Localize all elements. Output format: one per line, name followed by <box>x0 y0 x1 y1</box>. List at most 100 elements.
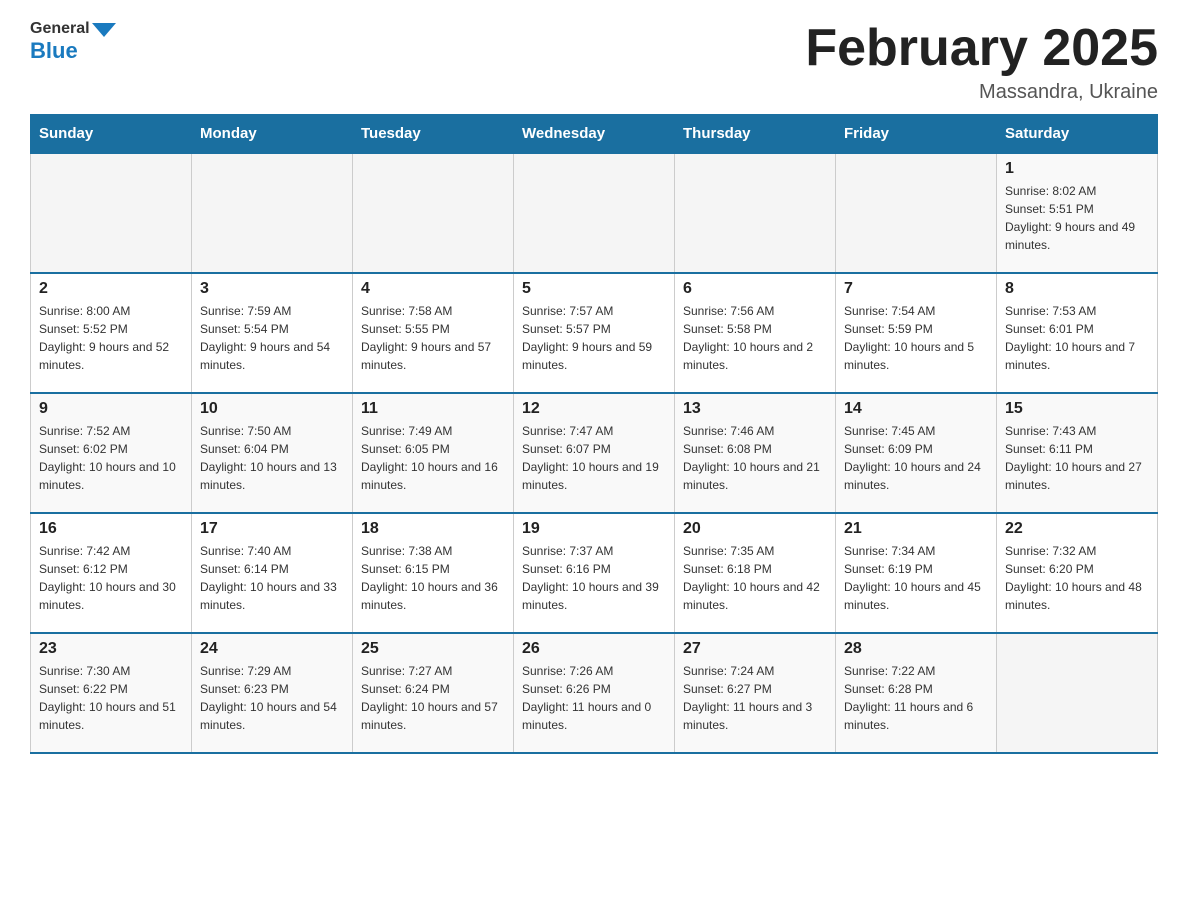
weekday-header-row: SundayMondayTuesdayWednesdayThursdayFrid… <box>31 115 1158 154</box>
calendar-week-5: 23 Sunrise: 7:30 AM Sunset: 6:22 PM Dayli… <box>31 633 1158 753</box>
day-info: Sunrise: 7:24 AM Sunset: 6:27 PM Dayligh… <box>683 662 827 734</box>
calendar-day-16: 11 Sunrise: 7:49 AM Sunset: 6:05 PM Dayli… <box>353 393 514 513</box>
weekday-header-wednesday: Wednesday <box>514 115 675 154</box>
day-info: Sunrise: 7:47 AM Sunset: 6:07 PM Dayligh… <box>522 422 666 494</box>
calendar-day-15: 10Sunrise: 7:50 AM Sunset: 6:04 PM Dayli… <box>192 393 353 513</box>
logo-general-text: General <box>30 20 90 38</box>
day-info: Sunrise: 7:57 AM Sunset: 5:57 PM Dayligh… <box>522 302 666 374</box>
calendar-day-25: 20 Sunrise: 7:35 AM Sunset: 6:18 PM Dayli… <box>675 513 836 633</box>
calendar-week-2: 2 Sunrise: 8:00 AM Sunset: 5:52 PM Daylig… <box>31 273 1158 393</box>
month-title: February 2025 <box>805 20 1158 77</box>
day-info: Sunrise: 7:54 AM Sunset: 5:59 PM Dayligh… <box>844 302 988 374</box>
calendar-day-1 <box>192 153 353 273</box>
calendar-day-29: 24Sunrise: 7:29 AM Sunset: 6:23 PM Dayli… <box>192 633 353 753</box>
day-info: Sunrise: 7:38 AM Sunset: 6:15 PM Dayligh… <box>361 542 505 614</box>
calendar-body: 1 Sunrise: 8:02 AM Sunset: 5:51 PM Daylig… <box>31 153 1158 753</box>
calendar-day-0 <box>31 153 192 273</box>
weekday-header-monday: Monday <box>192 115 353 154</box>
weekday-header-sunday: Sunday <box>31 115 192 154</box>
calendar-day-13: 8Sunrise: 7:53 AM Sunset: 6:01 PM Daylig… <box>997 273 1158 393</box>
calendar-day-31: 26Sunrise: 7:26 AM Sunset: 6:26 PM Dayli… <box>514 633 675 753</box>
day-number: 20 <box>683 520 827 538</box>
calendar-day-24: 19Sunrise: 7:37 AM Sunset: 6:16 PM Dayli… <box>514 513 675 633</box>
day-number: 3 <box>200 280 344 298</box>
calendar-day-26: 21 Sunrise: 7:34 AM Sunset: 6:19 PM Dayli… <box>836 513 997 633</box>
calendar-day-34 <box>997 633 1158 753</box>
day-info: Sunrise: 7:26 AM Sunset: 6:26 PM Dayligh… <box>522 662 666 734</box>
calendar-day-19: 14 Sunrise: 7:45 AM Sunset: 6:09 PM Dayli… <box>836 393 997 513</box>
calendar-day-7: 2 Sunrise: 8:00 AM Sunset: 5:52 PM Daylig… <box>31 273 192 393</box>
day-info: Sunrise: 8:02 AM Sunset: 5:51 PM Dayligh… <box>1005 182 1149 254</box>
day-number: 24 <box>200 640 344 658</box>
calendar-week-1: 1 Sunrise: 8:02 AM Sunset: 5:51 PM Daylig… <box>31 153 1158 273</box>
day-info: Sunrise: 7:22 AM Sunset: 6:28 PM Dayligh… <box>844 662 988 734</box>
day-number: 12 <box>522 400 666 418</box>
day-number: 4 <box>361 280 505 298</box>
calendar-day-21: 16 Sunrise: 7:42 AM Sunset: 6:12 PM Dayli… <box>31 513 192 633</box>
day-info: Sunrise: 7:45 AM Sunset: 6:09 PM Dayligh… <box>844 422 988 494</box>
calendar-day-18: 13 Sunrise: 7:46 AM Sunset: 6:08 PM Dayli… <box>675 393 836 513</box>
day-number: 28 <box>844 640 988 658</box>
page-header: General Blue February 2025 Massandra, Uk… <box>30 20 1158 104</box>
calendar-day-17: 12 Sunrise: 7:47 AM Sunset: 6:07 PM Dayli… <box>514 393 675 513</box>
weekday-header-thursday: Thursday <box>675 115 836 154</box>
location: Massandra, Ukraine <box>805 81 1158 104</box>
day-info: Sunrise: 7:30 AM Sunset: 6:22 PM Dayligh… <box>39 662 183 734</box>
day-number: 9 <box>39 400 183 418</box>
day-info: Sunrise: 7:34 AM Sunset: 6:19 PM Dayligh… <box>844 542 988 614</box>
day-number: 17 <box>200 520 344 538</box>
day-number: 21 <box>844 520 988 538</box>
day-info: Sunrise: 7:27 AM Sunset: 6:24 PM Dayligh… <box>361 662 505 734</box>
calendar-day-11: 6Sunrise: 7:56 AM Sunset: 5:58 PM Daylig… <box>675 273 836 393</box>
day-info: Sunrise: 7:42 AM Sunset: 6:12 PM Dayligh… <box>39 542 183 614</box>
title-area: February 2025 Massandra, Ukraine <box>805 20 1158 104</box>
calendar-table: SundayMondayTuesdayWednesdayThursdayFrid… <box>30 114 1158 754</box>
calendar-day-9: 4Sunrise: 7:58 AM Sunset: 5:55 PM Daylig… <box>353 273 514 393</box>
day-number: 23 <box>39 640 183 658</box>
calendar-day-27: 22 Sunrise: 7:32 AM Sunset: 6:20 PM Dayli… <box>997 513 1158 633</box>
day-number: 11 <box>361 400 505 418</box>
calendar-week-4: 16 Sunrise: 7:42 AM Sunset: 6:12 PM Dayli… <box>31 513 1158 633</box>
day-info: Sunrise: 7:59 AM Sunset: 5:54 PM Dayligh… <box>200 302 344 374</box>
day-number: 27 <box>683 640 827 658</box>
day-number: 22 <box>1005 520 1149 538</box>
calendar-day-6: 1 Sunrise: 8:02 AM Sunset: 5:51 PM Daylig… <box>997 153 1158 273</box>
day-number: 2 <box>39 280 183 298</box>
day-info: Sunrise: 7:52 AM Sunset: 6:02 PM Dayligh… <box>39 422 183 494</box>
day-info: Sunrise: 7:37 AM Sunset: 6:16 PM Dayligh… <box>522 542 666 614</box>
calendar-day-32: 27 Sunrise: 7:24 AM Sunset: 6:27 PM Dayli… <box>675 633 836 753</box>
weekday-header-tuesday: Tuesday <box>353 115 514 154</box>
day-number: 7 <box>844 280 988 298</box>
day-number: 13 <box>683 400 827 418</box>
calendar-day-33: 28 Sunrise: 7:22 AM Sunset: 6:28 PM Dayli… <box>836 633 997 753</box>
day-info: Sunrise: 7:46 AM Sunset: 6:08 PM Dayligh… <box>683 422 827 494</box>
calendar-day-5 <box>836 153 997 273</box>
calendar-header: SundayMondayTuesdayWednesdayThursdayFrid… <box>31 115 1158 154</box>
day-number: 8 <box>1005 280 1149 298</box>
calendar-day-30: 25 Sunrise: 7:27 AM Sunset: 6:24 PM Dayli… <box>353 633 514 753</box>
day-info: Sunrise: 8:00 AM Sunset: 5:52 PM Dayligh… <box>39 302 183 374</box>
calendar-day-28: 23 Sunrise: 7:30 AM Sunset: 6:22 PM Dayli… <box>31 633 192 753</box>
calendar-day-12: 7 Sunrise: 7:54 AM Sunset: 5:59 PM Daylig… <box>836 273 997 393</box>
day-number: 16 <box>39 520 183 538</box>
calendar-day-3 <box>514 153 675 273</box>
day-number: 10 <box>200 400 344 418</box>
day-number: 15 <box>1005 400 1149 418</box>
day-info: Sunrise: 7:49 AM Sunset: 6:05 PM Dayligh… <box>361 422 505 494</box>
day-number: 25 <box>361 640 505 658</box>
calendar-day-14: 9 Sunrise: 7:52 AM Sunset: 6:02 PM Daylig… <box>31 393 192 513</box>
weekday-header-friday: Friday <box>836 115 997 154</box>
day-info: Sunrise: 7:32 AM Sunset: 6:20 PM Dayligh… <box>1005 542 1149 614</box>
calendar-day-22: 17 Sunrise: 7:40 AM Sunset: 6:14 PM Dayli… <box>192 513 353 633</box>
day-info: Sunrise: 7:40 AM Sunset: 6:14 PM Dayligh… <box>200 542 344 614</box>
day-info: Sunrise: 7:35 AM Sunset: 6:18 PM Dayligh… <box>683 542 827 614</box>
calendar-day-4 <box>675 153 836 273</box>
day-number: 1 <box>1005 160 1149 178</box>
calendar-day-20: 15Sunrise: 7:43 AM Sunset: 6:11 PM Dayli… <box>997 393 1158 513</box>
weekday-header-saturday: Saturday <box>997 115 1158 154</box>
day-number: 6 <box>683 280 827 298</box>
day-number: 14 <box>844 400 988 418</box>
day-number: 18 <box>361 520 505 538</box>
day-number: 5 <box>522 280 666 298</box>
logo-blue-text: Blue <box>30 38 78 64</box>
